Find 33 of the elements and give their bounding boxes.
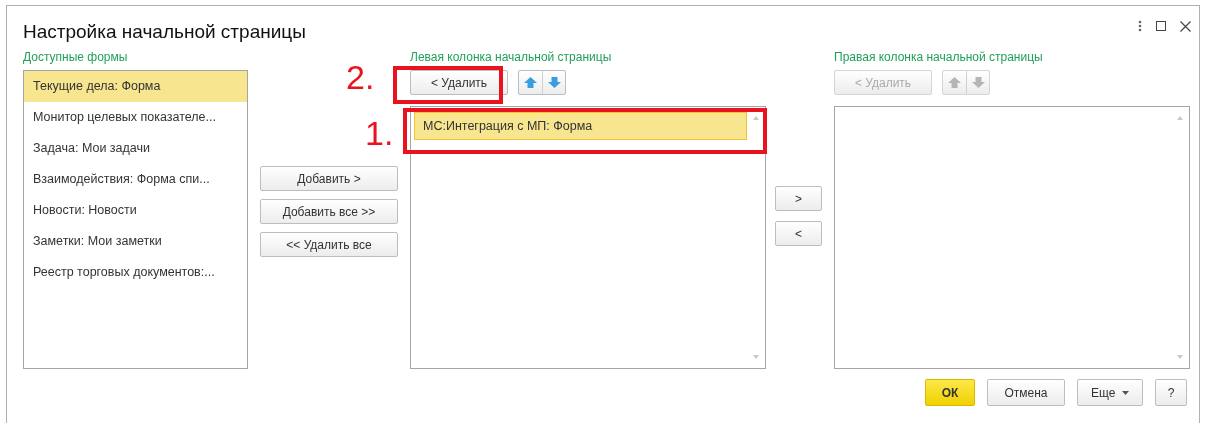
maximize-icon[interactable] [1156,21,1166,31]
arrow-up-icon [948,77,961,88]
list-item[interactable]: Реестр торговых документов:... [24,257,247,288]
arrow-down-icon [971,77,985,88]
list-item[interactable]: Заметки: Мои заметки [24,226,247,257]
list-item[interactable]: Задача: Мои задачи [24,133,247,164]
list-item[interactable]: Текущие дела: Форма [24,71,247,102]
caret-icon [1121,391,1129,396]
remove-button[interactable]: < Удалить [410,70,508,95]
annotation-number: 2. [346,60,375,94]
dialog-button[interactable]: Отмена [987,379,1065,406]
group-label: Левая колонка начальной страницы [410,50,613,66]
list-item[interactable]: Взаимодействия: Форма спи... [24,164,247,195]
close-icon[interactable] [1180,20,1191,32]
window-title: Настройка начальной страницы [23,20,306,44]
dialog-button[interactable]: ? [1155,379,1187,406]
transfer-button[interactable]: Добавить > [260,166,398,191]
annotation-number: 1. [365,116,394,150]
transfer-button[interactable]: Добавить все >> [260,199,398,224]
group-label: Правая колонка начальной страницы [834,50,1044,66]
move-button[interactable]: < [775,221,822,246]
group-label: Доступные формы [23,50,129,66]
ok-button[interactable]: ОК [925,379,975,406]
list-item[interactable]: МС:Интеграция с МП: Форма [414,112,747,140]
more-button[interactable]: Еще [1077,379,1143,406]
list-item[interactable]: Новости: Новости [24,195,247,226]
transfer-button[interactable]: << Удалить все [260,232,398,257]
list-item[interactable]: Монитор целевых показателе... [24,102,247,133]
arrow-down-icon [547,77,561,88]
button-label: Еще [1091,385,1116,400]
move-button[interactable]: > [775,186,822,211]
arrow-up-icon [524,77,537,88]
more-icon[interactable] [1138,20,1142,32]
